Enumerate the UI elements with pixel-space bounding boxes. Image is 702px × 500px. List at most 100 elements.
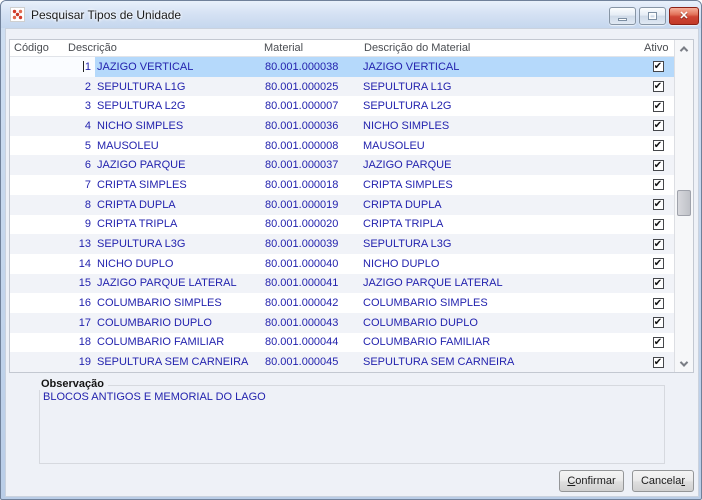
confirm-button[interactable]: Confirmar [559, 470, 624, 492]
titlebar[interactable]: Pesquisar Tipos de Unidade ✕ [1, 1, 701, 28]
ativo-checkbox[interactable]: ✔ [652, 317, 664, 329]
cell-codigo: 14 [78, 257, 91, 270]
chevron-up-icon [679, 45, 689, 55]
cell-descricao-material: MAUSOLEU [363, 139, 425, 152]
ativo-checkbox[interactable]: ✔ [652, 100, 664, 112]
cell-descricao-material: JAZIGO PARQUE LATERAL [363, 277, 503, 290]
cell-descricao: MAUSOLEU [97, 139, 159, 152]
table-row[interactable]: 2 SEPULTURA L1G 80.001.000025 SEPULTURA L1G… [10, 76, 674, 97]
ativo-checkbox[interactable]: ✔ [652, 336, 664, 348]
cell-descricao-material: CRIPTA DUPLA [363, 198, 442, 211]
cell-descricao: CRIPTA TRIPLA [97, 218, 178, 231]
table-row[interactable]: 13 SEPULTURA L3G 80.001.000039 SEPULTURA L3… [10, 234, 674, 254]
cell-codigo: 4 [84, 119, 91, 132]
cell-descricao-material: SEPULTURA L2G [363, 100, 452, 113]
ativo-checkbox[interactable]: ✔ [652, 120, 664, 132]
table-row[interactable]: 15 JAZIGO PARQUE LATERAL 80.001.000041 JAZI… [10, 273, 674, 294]
cell-descricao: SEPULTURA L3G [97, 238, 186, 251]
table-row[interactable]: 19 SEPULTURA SEM CARNEIRA 80.001.000045 SEP… [10, 352, 674, 372]
table-row[interactable]: 9 CRIPTA TRIPLA 80.001.000020 CRIPTA TRIPLA… [10, 214, 674, 235]
table-row[interactable]: 1 JAZIGO VERTICAL 80.001.000038 JAZIGO VERT… [10, 57, 674, 77]
column-header-descricao[interactable]: Descrição [68, 42, 117, 54]
cell-descricao: SEPULTURA L1G [97, 80, 186, 93]
cell-descricao: NICHO DUPLO [97, 257, 174, 270]
ativo-checkbox[interactable]: ✔ [652, 179, 664, 191]
ativo-checkbox[interactable]: ✔ [652, 238, 664, 250]
table-row[interactable]: 18 COLUMBARIO FAMILIAR 80.001.000044 COLUMB… [10, 332, 674, 353]
ativo-checkbox[interactable]: ✔ [652, 199, 664, 211]
cell-descricao: COLUMBARIO FAMILIAR [97, 336, 225, 349]
ativo-checkbox[interactable]: ✔ [652, 258, 664, 270]
minimize-icon [618, 17, 627, 21]
ativo-checkbox[interactable]: ✔ [652, 61, 664, 73]
cell-descricao-material: CRIPTA TRIPLA [363, 218, 444, 231]
cancel-button[interactable]: Cancela r [632, 470, 694, 492]
table-row[interactable]: 17 COLUMBARIO DUPLO 80.001.000043 COLUMBARI… [10, 312, 674, 333]
ativo-checkbox[interactable]: ✔ [652, 297, 664, 309]
table-row[interactable]: 14 NICHO DUPLO 80.001.000040 NICHO DUPLO ✔ [10, 253, 674, 274]
cell-descricao-material: SEPULTURA L3G [363, 238, 452, 251]
cell-material: 80.001.000041 [265, 277, 339, 290]
cell-codigo: 2 [84, 80, 91, 93]
cell-codigo: 9 [84, 218, 91, 231]
cell-material: 80.001.000037 [265, 159, 339, 172]
ativo-checkbox[interactable]: ✔ [652, 159, 664, 171]
column-header-descricao-material[interactable]: Descrição do Material [364, 42, 470, 54]
table-row[interactable]: 5 MAUSOLEU 80.001.000008 MAUSOLEU ✔ [10, 135, 674, 156]
cell-material: 80.001.000045 [265, 356, 339, 369]
cell-codigo: 18 [78, 336, 91, 349]
ativo-checkbox[interactable]: ✔ [652, 140, 664, 152]
scrollbar-up-button[interactable] [675, 40, 693, 57]
table-row[interactable]: 4 NICHO SIMPLES 80.001.000036 NICHO SIMPLES… [10, 116, 674, 136]
ativo-checkbox[interactable]: ✔ [652, 356, 664, 368]
cell-descricao-material: SEPULTURA L1G [363, 80, 452, 93]
window-title: Pesquisar Tipos de Unidade [31, 8, 182, 22]
maximize-button[interactable] [639, 7, 666, 25]
unit-types-table[interactable]: Código Descrição Material Descrição do M… [9, 39, 694, 373]
app-icon [10, 7, 25, 22]
cell-codigo: 15 [78, 277, 91, 290]
grid-rows: 1 JAZIGO VERTICAL 80.001.000038 JAZIGO VERT… [10, 57, 674, 372]
table-row[interactable]: 7 CRIPTA SIMPLES 80.001.000018 CRIPTA SIMPL… [10, 175, 674, 195]
cell-descricao-material: NICHO SIMPLES [363, 119, 450, 132]
cell-material: 80.001.000042 [265, 297, 339, 310]
close-button[interactable]: ✕ [669, 7, 699, 25]
scrollbar-thumb[interactable] [677, 190, 691, 216]
observacao-label: Observação [37, 378, 108, 390]
table-row[interactable]: 6 JAZIGO PARQUE 80.001.000037 JAZIGO PARQUE… [10, 155, 674, 176]
ativo-checkbox[interactable]: ✔ [652, 218, 664, 230]
table-header-row: Código Descrição Material Descrição do M… [10, 40, 693, 57]
minimize-button[interactable] [609, 7, 636, 25]
cell-material: 80.001.000018 [265, 178, 339, 191]
cell-codigo: 19 [78, 356, 91, 369]
cell-material: 80.001.000039 [265, 238, 339, 251]
maximize-icon [648, 12, 657, 20]
cell-descricao: CRIPTA DUPLA [97, 198, 176, 211]
table-row[interactable]: 3 SEPULTURA L2G 80.001.000007 SEPULTURA L2G… [10, 96, 674, 117]
cell-descricao-material: COLUMBARIO DUPLO [363, 316, 478, 329]
column-header-codigo[interactable]: Código [14, 42, 49, 54]
dialog-window: Pesquisar Tipos de Unidade ✕ Código Desc… [0, 0, 702, 500]
cell-material: 80.001.000040 [265, 257, 339, 270]
text-caret [82, 61, 84, 73]
cell-codigo: 8 [84, 198, 91, 211]
cell-codigo: 7 [84, 178, 91, 191]
ativo-checkbox[interactable]: ✔ [652, 277, 664, 289]
table-row[interactable]: 8 CRIPTA DUPLA 80.001.000019 CRIPTA DUPLA ✔ [10, 194, 674, 215]
ativo-checkbox[interactable]: ✔ [652, 81, 664, 93]
cell-descricao: SEPULTURA L2G [97, 100, 186, 113]
cell-material: 80.001.000025 [265, 80, 339, 93]
scrollbar-down-button[interactable] [675, 355, 693, 372]
vertical-scrollbar[interactable] [674, 40, 693, 372]
cell-material: 80.001.000044 [265, 336, 339, 349]
column-header-material[interactable]: Material [264, 42, 303, 54]
cell-descricao: NICHO SIMPLES [97, 119, 184, 132]
cell-descricao: SEPULTURA SEM CARNEIRA [97, 356, 249, 369]
cell-descricao: COLUMBARIO SIMPLES [97, 297, 222, 310]
cell-codigo: 1 [10, 57, 95, 77]
cell-descricao: JAZIGO PARQUE LATERAL [97, 277, 237, 290]
column-header-ativo[interactable]: Ativo [644, 42, 668, 54]
cell-descricao-material: CRIPTA SIMPLES [363, 178, 453, 191]
cell-material: 80.001.000020 [265, 218, 339, 231]
table-row[interactable]: 16 COLUMBARIO SIMPLES 80.001.000042 COLUMBA… [10, 293, 674, 313]
